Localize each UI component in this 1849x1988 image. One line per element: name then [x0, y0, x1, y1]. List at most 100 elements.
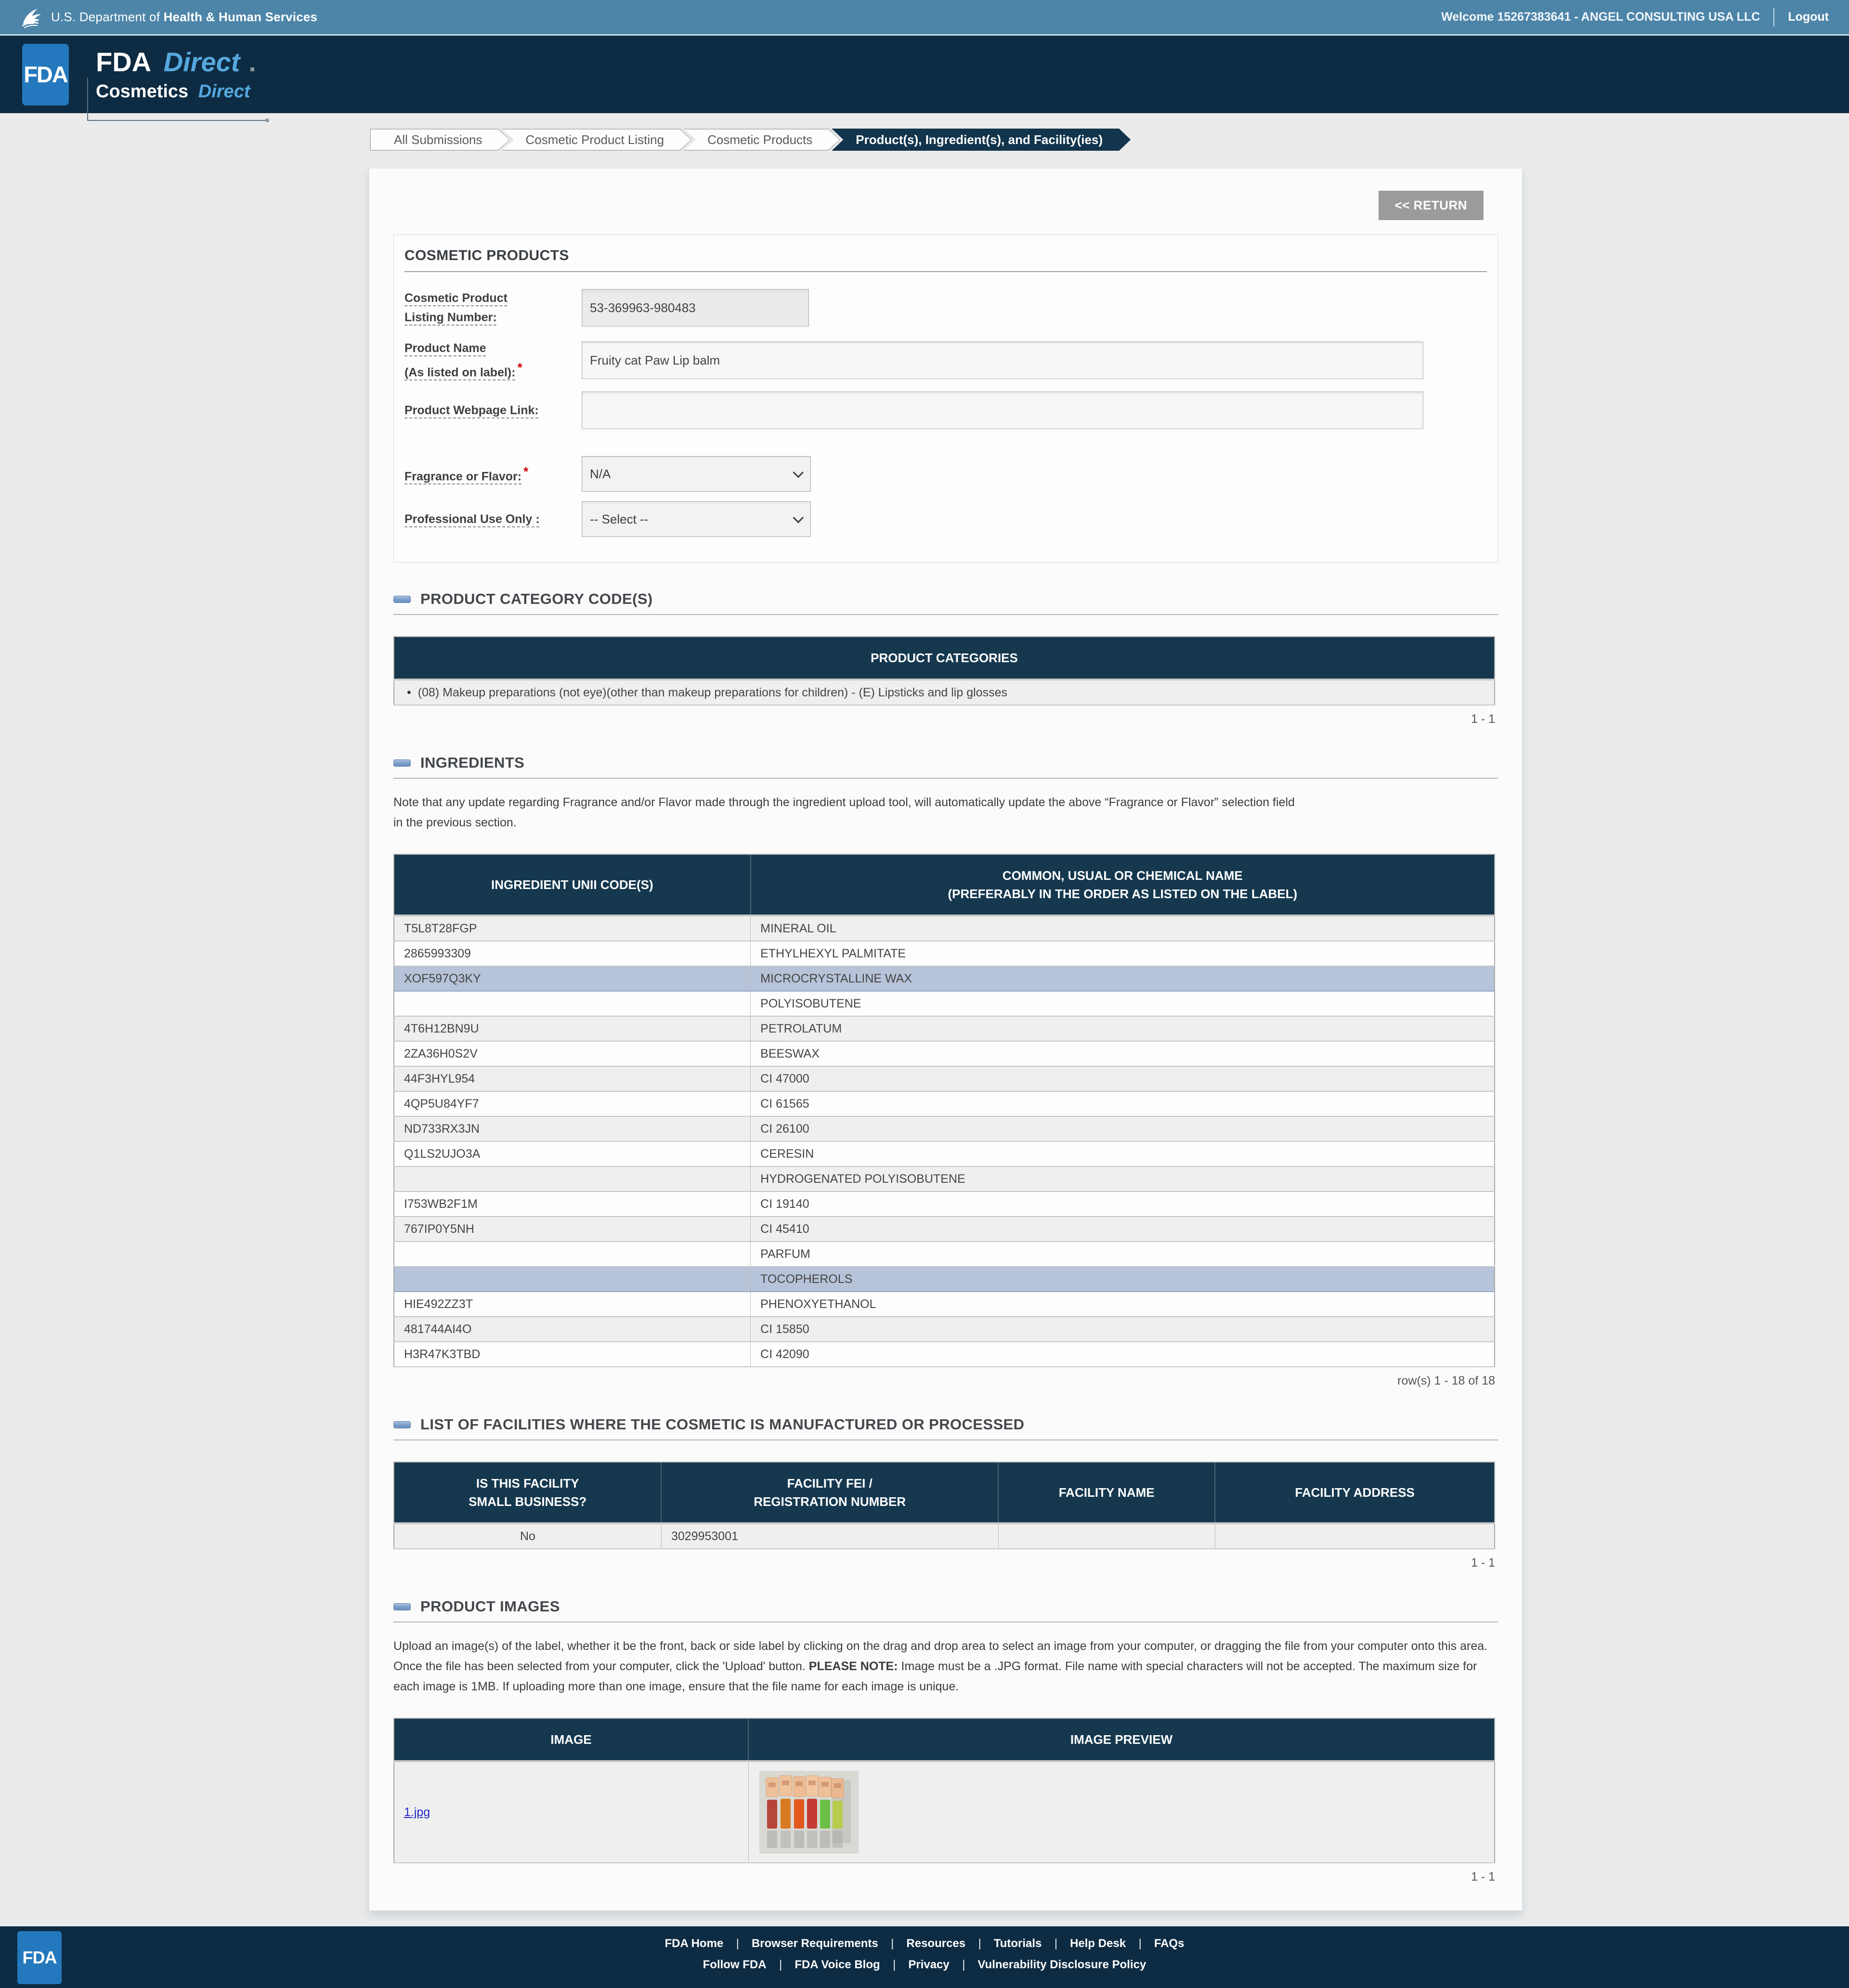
image-file-link[interactable]: 1.jpg	[404, 1805, 430, 1819]
table-row: 44F3HYL954 CI 47000	[394, 1066, 1495, 1092]
hhs-dept-bold: Health & Human Services	[163, 10, 318, 24]
professional-use-select[interactable]: -- Select --	[582, 501, 811, 537]
ingredient-code-cell: I753WB2F1M	[394, 1191, 751, 1217]
header-divider	[1773, 8, 1775, 26]
webpage-link-input[interactable]	[582, 392, 1423, 430]
chevron-down-icon	[793, 467, 804, 478]
return-button[interactable]: << RETURN	[1378, 191, 1484, 220]
ingredient-name-cell: CI 19140	[750, 1191, 1495, 1217]
fragrance-flavor-select[interactable]: N/A	[582, 456, 811, 492]
table-row: HIE492ZZ3T PHENOXYETHANOL	[394, 1292, 1495, 1318]
product-category-section-header: PRODUCT CATEGORY CODE(S)	[393, 590, 1498, 615]
breadcrumb-cosmetic-products[interactable]: Cosmetic Products	[683, 129, 840, 151]
product-category-cell: (08) Makeup preparations (not eye)(other…	[394, 680, 1495, 706]
footer-links-row2: Follow FDA FDA Voice Blog Privacy Vulner…	[0, 1950, 1849, 1972]
ingredient-code-cell: Q1LS2UJO3A	[394, 1141, 751, 1167]
footer-link-fda-home[interactable]: FDA Home	[664, 1937, 723, 1950]
facility-name-column-header: FACILITY NAME	[998, 1462, 1216, 1524]
app-subtitle-bold: Cosmetics	[96, 81, 189, 102]
hhs-dept-prefix: U.S. Department of	[51, 10, 160, 24]
table-row: 767IP0Y5NH CI 45410	[394, 1216, 1495, 1242]
ingredient-code-cell	[394, 991, 751, 1017]
breadcrumb-all-submissions[interactable]: All Submissions	[370, 129, 510, 151]
logo-connector-hline	[87, 118, 269, 122]
breadcrumb-label: Cosmetic Products	[684, 130, 839, 150]
ingredient-name-cell: CI 26100	[750, 1116, 1495, 1142]
ingredient-code-cell: 767IP0Y5NH	[394, 1216, 751, 1242]
image-column-header: IMAGE	[394, 1718, 749, 1762]
breadcrumb-products-ingredients-facilities[interactable]: Product(s), Ingredient(s), and Facility(…	[832, 129, 1131, 151]
app-subtitle: Cosmetics Direct	[96, 80, 254, 103]
product-name-input[interactable]	[582, 341, 1423, 379]
ingredient-code-cell: 4T6H12BN9U	[394, 1016, 751, 1042]
welcome-user-text: Welcome 15267383641 - ANGEL CONSULTING U…	[1441, 10, 1760, 24]
collapse-icon[interactable]	[393, 1421, 411, 1428]
breadcrumb-label: Cosmetic Product Listing	[503, 130, 691, 150]
product-categories-column-header: PRODUCT CATEGORIES	[394, 637, 1495, 680]
ingredients-table: INGREDIENT UNII CODE(S) COMMON, USUAL OR…	[393, 854, 1495, 1368]
fragrance-flavor-value: N/A	[590, 466, 611, 481]
product-images-section-title: PRODUCT IMAGES	[420, 1598, 560, 1615]
collapse-icon[interactable]	[393, 595, 411, 603]
webpage-link-label: Product Webpage Link:	[404, 404, 539, 418]
footer-link-follow-fda[interactable]: Follow FDA	[703, 1958, 767, 1971]
table-row: ND733RX3JN CI 26100	[394, 1116, 1495, 1142]
ingredient-name-cell: HYDROGENATED POLYISOBUTENE	[750, 1166, 1495, 1192]
breadcrumb-cosmetic-product-listing[interactable]: Cosmetic Product Listing	[502, 129, 692, 151]
professional-use-value: -- Select --	[590, 511, 649, 526]
facility-address-column-header: FACILITY ADDRESS	[1215, 1462, 1495, 1524]
chevron-down-icon	[793, 512, 804, 523]
table-row: 2ZA36H0S2V BEESWAX	[394, 1041, 1495, 1067]
table-row: 1.jpg	[394, 1761, 1495, 1864]
fragrance-flavor-label: Fragrance or Flavor: *	[404, 464, 529, 484]
ingredient-code-cell	[394, 1242, 751, 1268]
ingredient-code-cell: 2ZA36H0S2V	[394, 1041, 751, 1067]
facilities-section-header: LIST OF FACILITIES WHERE THE COSMETIC IS…	[393, 1416, 1498, 1441]
footer-link-faqs[interactable]: FAQs	[1128, 1937, 1185, 1950]
ingredient-code-cell: 44F3HYL954	[394, 1066, 751, 1092]
ingredients-code-column-header: INGREDIENT UNII CODE(S)	[394, 854, 751, 916]
footer: FDA FDA Home Browser Requirements Resour…	[0, 1926, 1849, 1988]
logo-connector-vline	[87, 77, 88, 120]
ingredient-code-cell	[394, 1166, 751, 1192]
hhs-eagle-icon	[22, 8, 41, 28]
facilities-table: IS THIS FACILITY SMALL BUSINESS? FACILIT…	[393, 1462, 1495, 1550]
footer-link-tutorials[interactable]: Tutorials	[968, 1937, 1042, 1950]
product-image-thumbnail	[759, 1771, 859, 1854]
main-panel: << RETURN COSMETIC PRODUCTS Cosmetic Pro…	[369, 167, 1523, 1911]
table-row: T5L8T28FGP MINERAL OIL	[394, 916, 1495, 942]
footer-link-help-desk[interactable]: Help Desk	[1044, 1937, 1126, 1950]
collapse-icon[interactable]	[393, 1603, 411, 1610]
ingredient-code-cell: 481744AI4O	[394, 1317, 751, 1343]
ingredient-name-cell: CI 47000	[750, 1066, 1495, 1092]
collapse-icon[interactable]	[393, 759, 411, 767]
ingredient-name-cell: MICROCRYSTALLINE WAX	[750, 966, 1495, 992]
facility-fei-cell: 3029953001	[661, 1523, 999, 1550]
table-row: HYDROGENATED POLYISOBUTENE	[394, 1166, 1495, 1192]
ingredient-code-cell: 4QP5U84YF7	[394, 1091, 751, 1117]
product-categories-pagination: 1 - 1	[1471, 712, 1495, 726]
facility-address-cell	[1215, 1523, 1495, 1550]
app-title-block: FDA Direct Cosmetics Direct	[87, 46, 269, 122]
facility-name-cell	[998, 1523, 1215, 1550]
footer-link-resources[interactable]: Resources	[880, 1937, 965, 1950]
ingredient-name-cell: CERESIN	[750, 1141, 1495, 1167]
required-asterisk: *	[523, 464, 529, 479]
logout-link[interactable]: Logout	[1788, 10, 1829, 24]
fda-logo: FDA	[22, 43, 69, 105]
app-title-bold: FDA	[96, 46, 152, 77]
footer-link-privacy[interactable]: Privacy	[882, 1958, 950, 1971]
listing-number-input[interactable]	[582, 289, 809, 327]
footer-link-vulnerability-disclosure[interactable]: Vulnerability Disclosure Policy	[951, 1958, 1146, 1971]
ingredient-name-cell: PHENOXYETHANOL	[750, 1292, 1495, 1318]
footer-link-fda-voice-blog[interactable]: FDA Voice Blog	[768, 1958, 880, 1971]
product-category-section-title: PRODUCT CATEGORY CODE(S)	[420, 590, 653, 608]
image-preview-cell	[748, 1761, 1495, 1864]
professional-use-label: Professional Use Only :	[404, 512, 540, 526]
fda-footer-logo: FDA	[17, 1931, 62, 1985]
facility-small-business-column-header: IS THIS FACILITY SMALL BUSINESS?	[394, 1462, 662, 1524]
hhs-top-bar: U.S. Department of Health & Human Servic…	[0, 0, 1849, 36]
footer-link-browser-requirements[interactable]: Browser Requirements	[726, 1937, 878, 1950]
ingredient-code-cell: ND733RX3JN	[394, 1116, 751, 1142]
logo-dot	[250, 67, 254, 71]
